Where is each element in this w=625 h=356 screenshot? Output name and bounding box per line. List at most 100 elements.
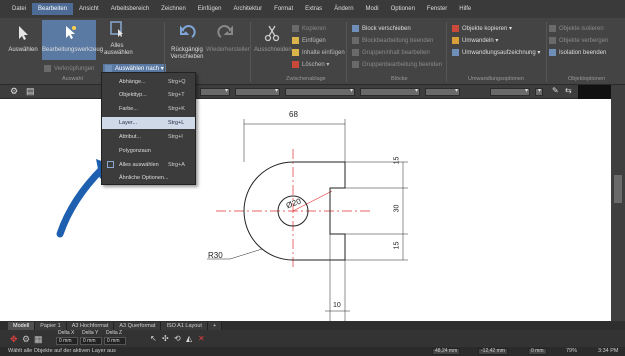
add-tab-icon[interactable]: + [207, 321, 222, 330]
verknuepfungen-button[interactable]: Verknüpfungen [44, 65, 94, 72]
menu-zeichnen[interactable]: Zeichnen [155, 3, 192, 15]
menu-item-abhaenge[interactable]: Abhänge... Strg+Q [102, 76, 195, 88]
kopieren-button[interactable]: Kopieren [292, 25, 326, 32]
objekte-verbergen-button[interactable]: Objekte verbergen [549, 37, 608, 44]
bearbeitungswerkzeug-button[interactable]: Bearbeitungswerkzeug [42, 20, 104, 60]
menu-item-layer[interactable]: Layer... Strg+L [102, 117, 195, 129]
menu-architektur[interactable]: Architektur [227, 3, 268, 15]
kopieren-label: Kopieren [302, 25, 327, 32]
layer-icon[interactable]: ▤ [26, 86, 35, 97]
menu-einfuegen[interactable]: Einfügen [192, 3, 228, 15]
block-verschieben-button[interactable]: Block verschieben [352, 25, 411, 32]
ribbon-separator [250, 22, 251, 82]
alles-auswaehlen-button[interactable]: Alles auswählen [104, 20, 133, 57]
filter-icon [105, 65, 112, 72]
style-dropdown[interactable] [425, 87, 460, 96]
menu-format[interactable]: Format [268, 3, 299, 15]
isolation-beenden-button[interactable]: Isolation beenden [549, 49, 606, 56]
menu-item-label: Ähnliche Optionen... [119, 175, 169, 181]
blockbearbeitung-beenden-button[interactable]: Blockbearbeitung beenden [352, 37, 433, 44]
bearbeitungswerkzeug-label: Bearbeitungswerkzeug [42, 47, 104, 53]
menu-bar: Datei Bearbeiten Ansicht Arbeitsbereich … [0, 0, 625, 18]
gear-icon[interactable]: ⚙ [10, 86, 18, 97]
plotstyle-dropdown[interactable] [490, 87, 530, 96]
menu-optionen[interactable]: Optionen [385, 3, 421, 15]
objekte-verbergen-label: Objekte verbergen [559, 37, 609, 44]
rotate-icon[interactable]: ⟲ [174, 334, 181, 343]
linetype-dropdown[interactable] [235, 87, 280, 96]
settings-icon[interactable]: ⚙ [22, 334, 30, 345]
alles-label-2: auswählen [104, 50, 133, 56]
delete-icon [292, 61, 299, 68]
extra-dropdown[interactable] [535, 87, 543, 96]
record-icon [452, 49, 459, 56]
lineweight-dropdown[interactable] [285, 87, 355, 96]
ribbon-separator [546, 22, 547, 82]
menu-fenster[interactable]: Fenster [421, 3, 453, 15]
auswaehlen-nach-label: Auswählen nach ▾ [115, 66, 164, 72]
menu-datei[interactable]: Datei [6, 3, 32, 15]
ausschneiden-button[interactable]: Ausschneiden [254, 24, 292, 54]
menu-bearbeiten[interactable]: Bearbeiten [32, 3, 74, 15]
umwandlungsaufzeichnung-label: Umwandlungsaufzeichnung ▾ [462, 50, 541, 56]
match-icon[interactable]: ⇆ [565, 86, 572, 95]
tab-modell[interactable]: Modell [8, 321, 36, 330]
menu-item-attribut[interactable]: Attribut... Strg+I [102, 131, 195, 143]
objekte-isolieren-button[interactable]: Objekte isolieren [549, 25, 604, 32]
delta-y-input[interactable]: 0 mm [80, 337, 102, 345]
tab-papier-1[interactable]: Papier 1 [35, 321, 67, 330]
wiederherstellen-button[interactable]: Wiederherstellen [206, 24, 251, 54]
dim-text-r30: R30 [208, 251, 223, 260]
tab-iso-a1-layout[interactable]: ISO A1 Layout [161, 321, 208, 330]
layer-dropdown[interactable] [360, 87, 420, 96]
tab-a3-querformat[interactable]: A3 Querformat [114, 321, 162, 330]
isolation-beenden-label: Isolation beenden [559, 49, 607, 56]
menu-item-shortcut: Strg+L [168, 120, 185, 126]
paste-special-icon [292, 49, 299, 56]
auswaehlen-nach-dropdown: Abhänge... Strg+Q Objekttyp... Strg+T Fa… [101, 72, 196, 185]
pencil-icon[interactable]: ✎ [552, 86, 559, 95]
status-bar: Wählt alle Objekte auf der aktiven Layer… [0, 347, 625, 356]
objekte-isolieren-label: Objekte isolieren [559, 25, 604, 32]
menu-item-objekttyp[interactable]: Objekttyp... Strg+T [102, 89, 195, 101]
delta-x-label: Delta X [58, 330, 75, 336]
close-icon[interactable]: ✕ [198, 334, 205, 343]
menu-item-label: Alles auswählen [119, 162, 159, 168]
objekte-kopieren-button[interactable]: Objekte kopieren ▾ [452, 25, 512, 32]
vertical-scrollbar[interactable] [611, 85, 625, 321]
delta-z-input[interactable]: 0 mm [104, 337, 126, 345]
umwandlungsaufzeichnung-button[interactable]: Umwandlungsaufzeichnung ▾ [452, 49, 540, 56]
scrollbar-thumb[interactable] [614, 175, 622, 203]
tab-a3-hochformat[interactable]: A3 Hochformat [66, 321, 115, 330]
menu-hilfe[interactable]: Hilfe [453, 3, 477, 15]
einfuegen-button[interactable]: Einfügen [292, 37, 326, 44]
move-icon[interactable]: ✣ [162, 334, 169, 343]
zoom-level[interactable]: 79% [566, 348, 577, 354]
inhalte-einfuegen-button[interactable]: Inhalte einfügen [292, 49, 345, 56]
mirror-icon[interactable]: ◭ [186, 334, 192, 343]
color-dropdown[interactable] [200, 87, 230, 96]
dim-text-15-bottom: 15 [393, 241, 401, 250]
menu-arbeitsbereich[interactable]: Arbeitsbereich [105, 3, 155, 15]
pointer-icon[interactable]: ↖ [150, 334, 157, 343]
umwandeln-button[interactable]: Umwandeln ▾ [452, 37, 498, 44]
menu-aendern[interactable]: Ändern [328, 3, 359, 15]
menu-modi[interactable]: Modi [360, 3, 385, 15]
snap-icon[interactable]: ✥ [10, 334, 18, 345]
grid-icon[interactable]: ▦ [34, 334, 43, 345]
rueckgaengig-button[interactable]: Rückgängig Verschieben [170, 24, 204, 61]
menu-item-alles-auswaehlen[interactable]: Alles auswählen Strg+A [102, 159, 195, 171]
menu-item-label: Abhänge... [119, 79, 146, 85]
loeschen-button[interactable]: Löschen ▾ [292, 61, 329, 68]
block-icon [352, 25, 359, 32]
delta-x-input[interactable]: 0 mm [56, 337, 78, 345]
auswaehlen-button[interactable]: Auswählen [8, 24, 38, 54]
menu-item-polygonzaun[interactable]: Polygonzaun [102, 145, 195, 157]
menu-item-aehnliche-optionen[interactable]: Ähnliche Optionen... [102, 172, 195, 184]
menu-item-farbe[interactable]: Farbe... Strg+K [102, 103, 195, 115]
menu-ansicht[interactable]: Ansicht [73, 3, 105, 15]
drawing-canvas[interactable]: 68 15 30 15 10 Ø20 R30 ➤ [0, 99, 611, 321]
menu-extras[interactable]: Extras [299, 3, 328, 15]
gruppenbearbeitung-beenden-button[interactable]: Gruppenbearbeitung beenden [352, 61, 442, 68]
gruppeninhalt-bearbeiten-button[interactable]: Gruppeninhalt bearbeiten [352, 49, 430, 56]
